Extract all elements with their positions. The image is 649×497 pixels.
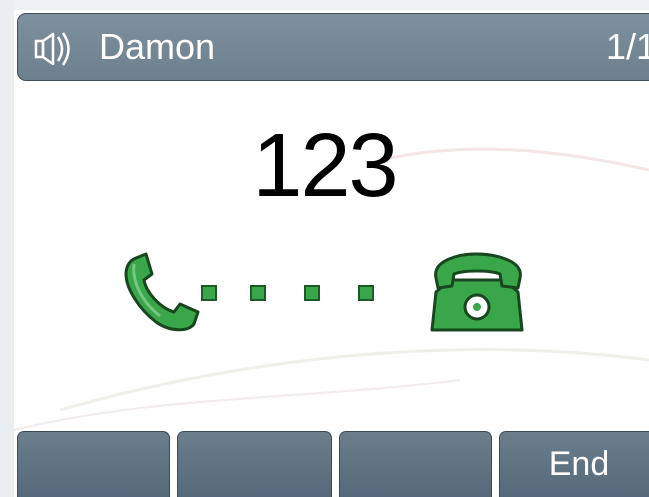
softkey-bar: End xyxy=(17,431,649,497)
softkey-1[interactable] xyxy=(17,431,170,497)
speaker-icon xyxy=(34,32,70,66)
frame-left xyxy=(0,0,14,497)
calling-animation xyxy=(124,252,524,332)
phone-screen: Damon 1/1 123 End xyxy=(0,0,649,497)
connecting-dots xyxy=(201,285,374,301)
dialed-number: 123 xyxy=(252,116,398,216)
desk-phone-icon xyxy=(430,252,524,332)
title-bar: Damon 1/1 xyxy=(17,13,649,81)
caller-name: Damon xyxy=(99,26,216,67)
end-call-button[interactable]: End xyxy=(499,431,649,497)
frame-top xyxy=(0,0,649,10)
softkey-3[interactable] xyxy=(339,431,492,497)
softkey-2[interactable] xyxy=(177,431,332,497)
handset-icon xyxy=(124,252,200,332)
page-indicator: 1/1 xyxy=(606,26,649,67)
